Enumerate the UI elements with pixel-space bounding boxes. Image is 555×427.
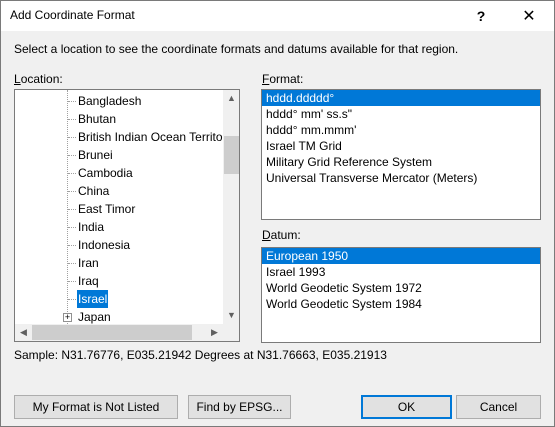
tree-connector [68, 173, 76, 174]
location-tree-item-label: India [78, 220, 105, 234]
scroll-up-arrow-icon[interactable]: ▲ [223, 90, 239, 107]
location-tree-item[interactable]: Brunei [15, 146, 223, 164]
format-list[interactable]: hddd.ddddd° hddd° mm' ss.s" hddd° mm.mmm' I… [261, 89, 541, 220]
tree-connector [68, 299, 76, 300]
find-by-epsg-button[interactable]: Find by EPSG... [188, 395, 291, 419]
location-tree-item[interactable]: Bangladesh [15, 92, 223, 110]
datum-label: Datum: [262, 228, 301, 242]
scrollbar-corner [223, 324, 239, 341]
location-tree-item-label: East Timor [78, 202, 136, 216]
format-list-item[interactable]: Israel TM Grid [262, 138, 540, 154]
datum-list-item[interactable]: World Geodetic System 1972 [262, 280, 540, 296]
location-tree-item[interactable]: Iraq [15, 272, 223, 290]
format-list-item[interactable]: hddd.ddddd° [262, 90, 540, 106]
format-list-item[interactable]: Military Grid Reference System [262, 154, 540, 170]
datum-list-item[interactable]: European 1950 [262, 248, 540, 264]
close-button[interactable]: ✕ [507, 1, 551, 31]
location-tree-item-label: British Indian Ocean Territo [78, 130, 223, 144]
tree-connector [68, 245, 76, 246]
tree-connector [68, 263, 76, 264]
location-tree-item-label: Indonesia [78, 238, 131, 252]
location-tree[interactable]: Bangladesh Bhutan British Indian Ocean Ter… [14, 89, 240, 342]
tree-connector [68, 119, 76, 120]
location-tree-item[interactable]: East Timor [15, 200, 223, 218]
location-tree-item[interactable]: India [15, 218, 223, 236]
sample-text: Sample: N31.76776, E035.21942 Degrees at… [14, 348, 387, 362]
scroll-left-arrow-icon[interactable]: ◀ [15, 324, 32, 341]
vertical-scroll-thumb[interactable] [224, 136, 239, 174]
location-tree-item-label: Israel [77, 290, 109, 308]
format-label: Format: [262, 72, 304, 86]
location-tree-item-label: Bhutan [78, 112, 117, 126]
ok-button[interactable]: OK [361, 395, 452, 419]
location-tree-item[interactable]: Indonesia [15, 236, 223, 254]
add-coordinate-format-dialog: Add Coordinate Format ? ✕ Select a locat… [0, 0, 555, 427]
format-list-item[interactable]: hddd° mm' ss.s" [262, 106, 540, 122]
location-tree-item[interactable]: Israel [15, 290, 223, 308]
tree-connector [68, 155, 76, 156]
dialog-title: Add Coordinate Format [10, 8, 135, 22]
format-list-item[interactable]: Universal Transverse Mercator (Meters) [262, 170, 540, 186]
instruction-text: Select a location to see the coordinate … [14, 42, 459, 56]
location-tree-item-label: Cambodia [78, 166, 133, 180]
location-tree-item-label: Iraq [78, 274, 99, 288]
location-tree-item[interactable]: Bhutan [15, 110, 223, 128]
datum-list-item[interactable]: World Geodetic System 1984 [262, 296, 540, 312]
expand-plus-icon[interactable]: + [63, 313, 72, 322]
scroll-right-arrow-icon[interactable]: ▶ [206, 324, 223, 341]
title-bar: Add Coordinate Format ? ✕ [1, 1, 554, 31]
location-tree-item[interactable]: China [15, 182, 223, 200]
tree-connector [68, 227, 76, 228]
location-tree-item[interactable]: Iran [15, 254, 223, 272]
location-tree-item-label: Brunei [78, 148, 113, 162]
datum-list-item[interactable]: Israel 1993 [262, 264, 540, 280]
tree-connector [68, 281, 76, 282]
location-horizontal-scrollbar[interactable]: ◀ ▶ [15, 324, 223, 341]
scroll-down-arrow-icon[interactable]: ▼ [223, 307, 239, 324]
tree-connector [68, 101, 76, 102]
location-tree-item-label: Iran [78, 256, 99, 270]
location-label: Location: [14, 72, 63, 86]
location-tree-item[interactable]: Cambodia [15, 164, 223, 182]
location-vertical-scrollbar[interactable]: ▲ ▼ [223, 90, 239, 324]
help-button[interactable]: ? [459, 1, 503, 31]
datum-list[interactable]: European 1950 Israel 1993 World Geodetic S… [261, 247, 541, 343]
horizontal-scroll-thumb[interactable] [32, 325, 192, 340]
location-tree-item-label: China [78, 184, 110, 198]
tree-connector [68, 191, 76, 192]
format-list-item[interactable]: hddd° mm.mmm' [262, 122, 540, 138]
location-tree-item-label: Bangladesh [78, 94, 142, 108]
my-format-not-listed-button[interactable]: My Format is Not Listed [14, 395, 178, 419]
cancel-button[interactable]: Cancel [456, 395, 541, 419]
close-icon: ✕ [522, 8, 536, 25]
location-tree-item[interactable]: British Indian Ocean Territo [15, 128, 223, 146]
tree-connector [68, 209, 76, 210]
tree-connector [68, 137, 76, 138]
